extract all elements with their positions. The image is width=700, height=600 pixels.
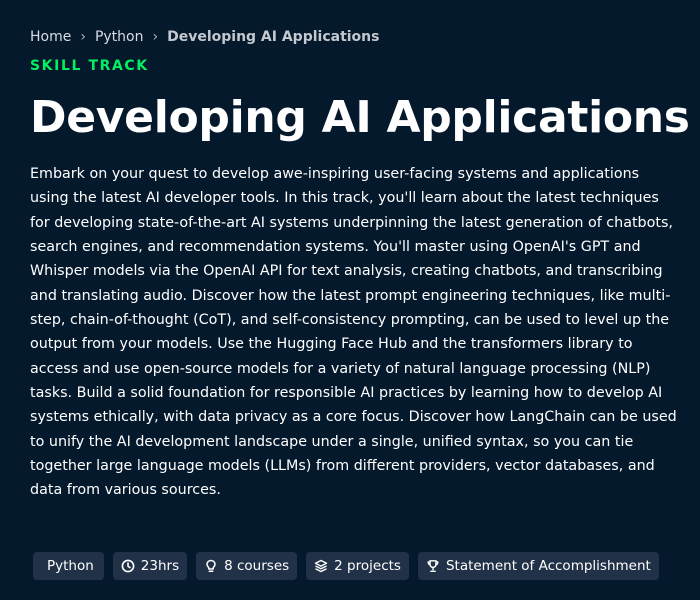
tag-label: Python	[47, 558, 94, 574]
layers-icon	[314, 559, 328, 573]
track-tags: Python 23hrs 8 courses 2 projects Statem…	[33, 552, 659, 580]
track-description: Embark on your quest to develop awe-insp…	[30, 166, 677, 499]
tag-label: 2 projects	[334, 558, 401, 574]
breadcrumb-separator: ›	[152, 29, 159, 45]
tag-label: 23hrs	[140, 558, 180, 574]
breadcrumb-current: Developing AI Applications	[167, 29, 380, 45]
breadcrumb: Home › Python › Developing AI Applicatio…	[30, 27, 379, 47]
tag-projects: 2 projects	[306, 552, 409, 580]
breadcrumb-home-link[interactable]: Home	[30, 27, 71, 47]
track-type-label: SKILL TRACK	[30, 58, 149, 74]
page-title: Developing AI Applications	[30, 92, 690, 143]
trophy-icon	[426, 559, 440, 573]
breadcrumb-separator: ›	[80, 29, 86, 45]
clock-icon	[121, 559, 135, 573]
tag-duration: 23hrs	[112, 552, 188, 580]
tag-technology[interactable]: Python	[33, 552, 104, 580]
tag-certificate: Statement of Accomplishment	[417, 552, 659, 580]
tag-label: Statement of Accomplishment	[445, 558, 651, 574]
breadcrumb-python-link[interactable]: Python	[95, 27, 144, 47]
lightbulb-icon	[204, 559, 218, 573]
tag-label: 8 courses	[224, 558, 290, 574]
tag-courses: 8 courses	[196, 552, 298, 580]
